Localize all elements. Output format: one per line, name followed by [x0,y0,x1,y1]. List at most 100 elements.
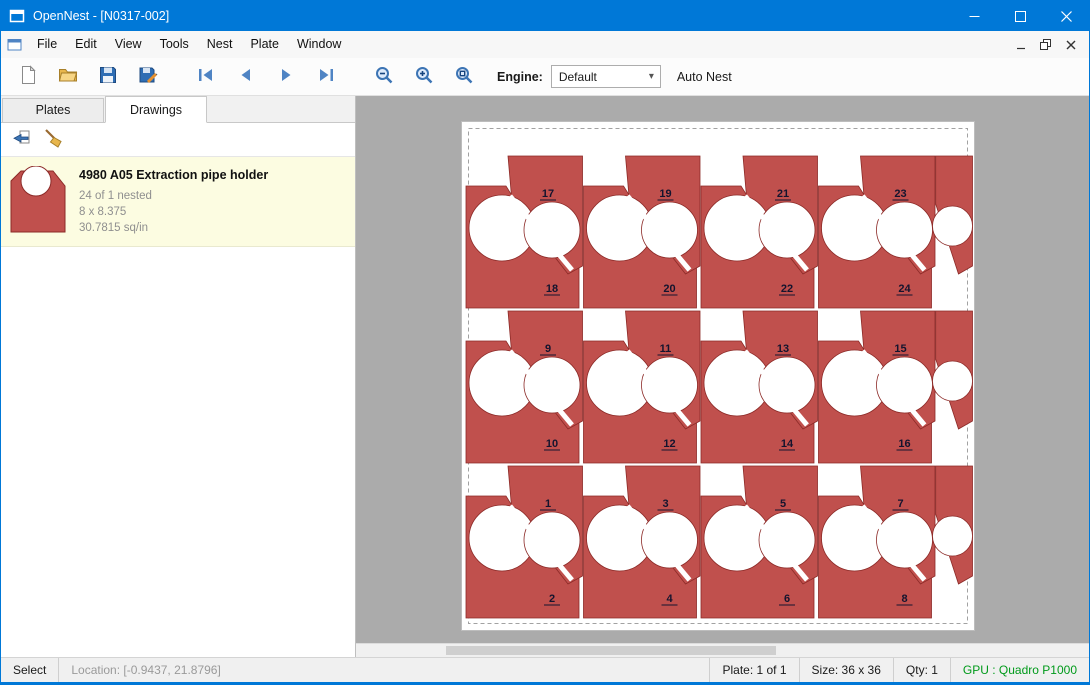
title-bar: OpenNest - [N0317-002] [1,1,1089,31]
new-file-button[interactable] [11,62,45,92]
part-number: 22 [781,283,793,295]
open-file-button[interactable] [51,62,85,92]
menu-item-window[interactable]: Window [288,31,350,58]
status-mode: Select [1,658,59,682]
tab-drawings[interactable]: Drawings [105,96,207,123]
part-number: 11 [660,343,672,355]
menu-item-nest[interactable]: Nest [198,31,242,58]
last-plate-button[interactable] [309,62,343,92]
nest-pair[interactable]: 78 [819,466,973,618]
app-icon [9,9,25,23]
nest-pair[interactable]: 1920 [584,156,701,308]
main-toolbar: Engine: Default ▾ Auto Nest [1,58,1089,96]
plate-svg: 171819202122232491011121314151612345678 [462,122,974,630]
auto-nest-button[interactable]: Auto Nest [677,70,732,84]
status-plate: Plate: 1 of 1 [709,658,798,682]
save-icon [98,65,118,88]
zoom-in-button[interactable] [407,62,441,92]
status-qty: Qty: 1 [893,658,950,682]
nest-pair[interactable]: 1718 [466,156,583,308]
close-button[interactable] [1043,1,1089,31]
zoom-out-button[interactable] [367,62,401,92]
part-number: 18 [546,283,558,295]
move-back-button[interactable] [7,126,35,154]
clean-button[interactable] [39,126,67,154]
drawing-list-item[interactable]: 4980 A05 Extraction pipe holder 24 of 1 … [1,157,355,247]
status-gpu: GPU : Quadro P1000 [950,658,1089,682]
status-location: Location: [-0.9437, 21.8796] [59,658,232,682]
previous-plate-icon [236,65,256,88]
part-number: 4 [666,593,673,605]
first-plate-button[interactable] [189,62,223,92]
move-back-icon [11,128,31,151]
drawing-area: 30.7815 sq/in [79,220,268,236]
chevron-down-icon: ▾ [649,71,660,82]
nest-pair[interactable]: 56 [701,466,818,618]
part-number: 9 [545,343,551,355]
zoom-in-icon [414,65,434,88]
save-button[interactable] [91,62,125,92]
part-number: 10 [546,438,558,450]
clean-broom-icon [43,128,63,151]
status-bar: Select Location: [-0.9437, 21.8796] Plat… [1,657,1089,682]
part-number: 7 [897,498,903,510]
menu-item-tools[interactable]: Tools [151,31,198,58]
save-as-icon [138,65,158,88]
engine-select[interactable]: Default ▾ [551,65,661,88]
menu-item-plate[interactable]: Plate [241,31,288,58]
part-number: 8 [901,593,907,605]
last-plate-icon [316,65,336,88]
save-as-button[interactable] [131,62,165,92]
maximize-button[interactable] [997,1,1043,31]
nest-pair[interactable]: 21 22 [701,156,818,308]
previous-plate-button[interactable] [229,62,263,92]
engine-label: Engine: [497,70,543,84]
next-plate-icon [276,65,296,88]
engine-value: Default [559,70,597,84]
app-window: OpenNest - [N0317-002] File Edit View To… [0,0,1090,685]
part-number: 15 [894,343,906,355]
tab-plates[interactable]: Plates [2,98,104,122]
drawing-info: 4980 A05 Extraction pipe holder 24 of 1 … [79,166,268,237]
new-file-icon [18,65,38,88]
drawing-thumbnail [9,166,67,237]
nest-pair[interactable]: 1314 [701,311,818,463]
zoom-fit-icon [454,65,474,88]
mdi-restore-button[interactable] [1033,34,1058,55]
menu-item-view[interactable]: View [106,31,151,58]
horizontal-scrollbar[interactable] [356,643,1089,657]
nest-pair[interactable]: 12 [466,466,583,618]
nest-pair[interactable]: 34 [584,466,701,618]
drawing-title: 4980 A05 Extraction pipe holder [79,168,268,182]
zoom-fit-button[interactable] [447,62,481,92]
part-number: 21 [777,188,789,200]
menu-item-file[interactable]: File [28,31,66,58]
menu-bar: File Edit View Tools Nest Plate Window [1,31,1089,58]
nest-pair[interactable]: 9 10 [466,311,583,463]
nest-pair[interactable]: 11 12 [584,311,701,463]
zoom-out-icon [374,65,394,88]
part-number: 12 [663,438,675,450]
nest-pair[interactable]: 1516 [819,311,973,463]
part-number: 2 [549,593,555,605]
mdi-minimize-button[interactable] [1008,34,1033,55]
part-number: 23 [894,188,906,200]
menu-item-edit[interactable]: Edit [66,31,106,58]
drawing-list: 4980 A05 Extraction pipe holder 24 of 1 … [1,157,355,247]
horizontal-scrollbar-thumb[interactable] [446,646,776,655]
plate: 171819202122232491011121314151612345678 [461,121,975,631]
next-plate-button[interactable] [269,62,303,92]
part-number: 17 [542,188,554,200]
nest-pair[interactable]: 23 24 [819,156,973,308]
side-panel: Plates Drawings [1,96,356,657]
panel-tabstrip: Plates Drawings [1,96,355,123]
drawing-nested-count: 24 of 1 nested [79,188,268,204]
part-notch-circle [933,361,973,401]
minimize-button[interactable] [951,1,997,31]
part-number: 24 [898,283,911,295]
part-number: 20 [663,283,675,295]
part-number: 13 [777,343,789,355]
nest-canvas[interactable]: 171819202122232491011121314151612345678 [356,96,1089,657]
mdi-close-button[interactable] [1058,34,1083,55]
part-number: 5 [780,498,786,510]
